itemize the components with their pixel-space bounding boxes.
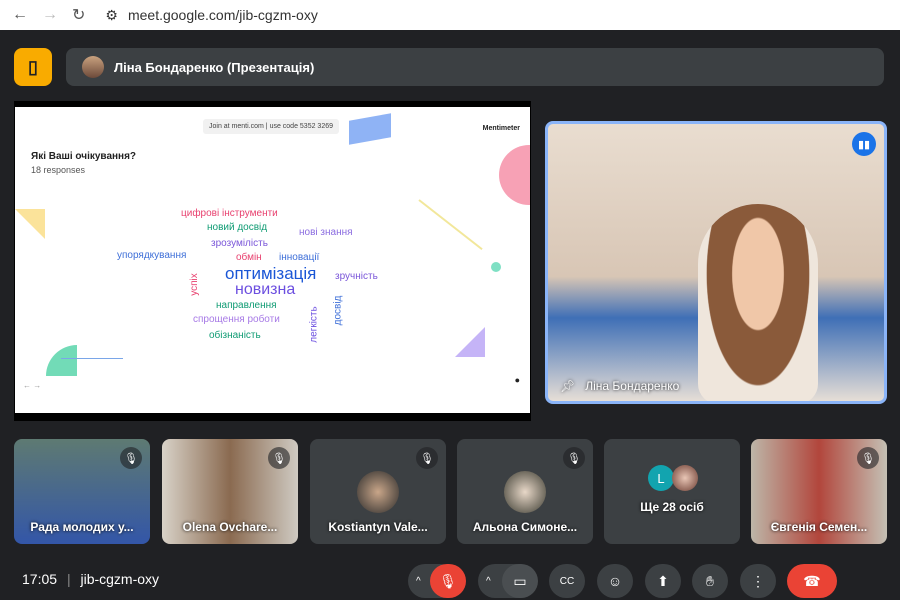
avatar — [82, 56, 104, 78]
mic-off-icon: 🎙︎ — [268, 447, 290, 469]
participant-tile[interactable]: 🎙︎ Альона Симоне... — [457, 439, 593, 544]
captions-button[interactable]: CC — [549, 564, 585, 598]
mic-off-icon: 🎙︎ — [416, 447, 438, 469]
word: спрощення роботи — [193, 314, 280, 325]
mic-off-icon: 🎙︎ — [857, 447, 879, 469]
participant-tile[interactable]: 🎙︎ Євгенія Семен... — [751, 439, 887, 544]
avatar — [504, 471, 546, 513]
avatar — [357, 471, 399, 513]
word: цифрові інструменти — [181, 208, 278, 219]
end-call-button[interactable]: ☎ — [787, 564, 837, 598]
mic-off-icon: 🎙︎ — [120, 447, 142, 469]
site-settings-icon[interactable]: ⚙ — [105, 7, 118, 24]
meeting-code: jib-cgzm-oxy — [80, 571, 160, 587]
avatar — [672, 465, 698, 491]
word: упорядкування — [117, 250, 187, 261]
word: новий досвід — [207, 222, 268, 233]
presentation-slide: Join at menti.com | use code 5352 3269 M… — [14, 101, 531, 421]
participant-tile[interactable]: 🎙︎ Olena Ovchare... — [162, 439, 298, 544]
word: зручність — [335, 271, 378, 282]
word: інновації — [279, 252, 320, 263]
speaker-tile[interactable]: ▮▮ 📌︎ Ліна Бондаренко — [545, 121, 887, 404]
participant-tile[interactable]: 🎙︎ Рада молодих у... — [14, 439, 150, 544]
reload-icon[interactable]: ↻ — [72, 5, 85, 25]
join-code: Join at menti.com | use code 5352 3269 — [203, 119, 340, 134]
teal-dot — [491, 262, 501, 272]
presenter-label: Ліна Бондаренко (Презентація) — [114, 59, 315, 75]
yellow-triangle — [15, 209, 45, 239]
participant-name: Рада молодих у... — [30, 520, 134, 534]
mentimeter-logo: Mentimeter — [482, 125, 520, 132]
separator: | — [66, 571, 71, 587]
speaking-indicator-icon: ▮▮ — [852, 132, 876, 156]
back-icon[interactable]: ← — [12, 6, 28, 24]
emoji-button[interactable]: ☺ — [597, 564, 633, 598]
green-quarter — [46, 345, 77, 376]
yellow-line — [418, 199, 483, 251]
word: успіх — [188, 273, 200, 296]
word: досвід — [332, 295, 344, 326]
word: нові знання — [299, 227, 353, 238]
response-count: 18 responses — [31, 165, 86, 175]
browser-bar: ← → ↻ ⚙ meet.google.com/jib-cgzm-oxy — [0, 0, 900, 30]
forward-icon[interactable]: → — [42, 6, 58, 24]
mic-off-icon: 🎙︎ — [563, 447, 585, 469]
raise-hand-button[interactable]: ✋︎ — [692, 564, 728, 598]
more-participants-tile[interactable]: L Ще 28 осіб — [604, 439, 740, 544]
prev-arrow-icon[interactable]: ← → — [23, 381, 41, 390]
participant-name: Альона Симоне... — [472, 520, 578, 534]
speaker-name: Ліна Бондаренко — [585, 379, 680, 393]
pink-circle — [499, 145, 530, 205]
clock: 17:05 — [22, 571, 58, 587]
participant-name: Kostiantyn Vale... — [328, 520, 428, 534]
word: зрозумілість — [211, 238, 268, 249]
mic-off-button[interactable]: 🎙︎ — [430, 564, 466, 598]
word: легкість — [308, 306, 320, 343]
question-title: Які Ваші очікування? — [31, 151, 137, 162]
blue-shape — [349, 113, 391, 145]
address-bar[interactable]: ⚙ meet.google.com/jib-cgzm-oxy — [105, 7, 317, 24]
word: новизна — [235, 281, 296, 298]
participants-icon[interactable]: ● — [515, 375, 520, 385]
more-options-button[interactable]: ⋮ — [740, 564, 776, 598]
speaker-video — [698, 204, 818, 401]
avatar: L — [648, 465, 674, 491]
meet-logo-icon[interactable]: ▯ — [14, 48, 52, 86]
purple-triangle — [455, 327, 485, 357]
presentation-bar[interactable]: Ліна Бондаренко (Презентація) — [66, 48, 884, 86]
word: направлення — [216, 300, 277, 311]
url-text: meet.google.com/jib-cgzm-oxy — [127, 7, 318, 23]
participant-name: Євгенія Семен... — [770, 520, 868, 534]
word: обмін — [236, 252, 262, 263]
word: обізнаність — [209, 330, 261, 341]
present-button[interactable]: ⬆ — [645, 564, 681, 598]
pin-icon[interactable]: 📌︎ — [560, 379, 575, 393]
blue-line — [61, 358, 123, 359]
participant-name: Olena Ovchare... — [182, 520, 278, 534]
participant-name: Ще 28 осіб — [640, 500, 704, 514]
camera-button[interactable]: ▭ — [502, 564, 538, 598]
participant-tile[interactable]: 🎙︎ Kostiantyn Vale... — [310, 439, 446, 544]
